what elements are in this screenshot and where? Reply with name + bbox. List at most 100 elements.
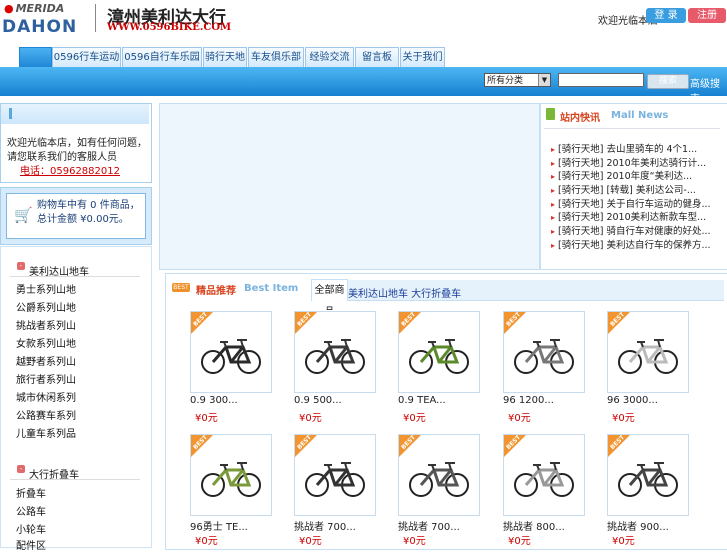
product-image[interactable]: BEST — [294, 311, 376, 393]
product-name[interactable]: 0.9 TEA... — [398, 395, 446, 406]
nav-tab-club[interactable]: 车友俱乐部 — [248, 47, 304, 68]
category-item[interactable]: 公路车 — [16, 503, 46, 518]
news-text: [转载] 美利达公司-... — [606, 185, 696, 196]
category-item[interactable]: 越野者系列山 — [16, 353, 76, 368]
register-button[interactable]: 注册 — [688, 8, 726, 23]
bike-icon — [608, 435, 678, 497]
nav-tab-paradise[interactable]: 0596自行车乐园 — [122, 47, 202, 68]
product-name[interactable]: 挑战者 700... — [294, 518, 356, 533]
category-divider — [10, 276, 140, 277]
arrow-icon: ▸ — [551, 227, 556, 236]
news-item[interactable]: ▸ [骑行天地] 去山里骑车的 4个1... — [551, 141, 697, 155]
product-name[interactable]: 96勇士 TE... — [190, 518, 248, 533]
news-tag: [骑行天地] — [558, 185, 604, 196]
merida-logo: ● MERIDA — [4, 2, 64, 15]
arrow-icon: ▸ — [551, 172, 556, 181]
search-button[interactable]: 搜索 — [647, 74, 689, 89]
bike-icon — [399, 312, 469, 374]
category-item[interactable]: 小轮车 — [16, 521, 46, 536]
bike-icon — [295, 435, 365, 497]
product-image[interactable]: BEST — [607, 311, 689, 393]
news-item[interactable]: ▸ [骑行天地] 美利达自行车的保养方... — [551, 237, 711, 251]
news-item[interactable]: ▸ [骑行天地] 2010年度“美利达... — [551, 168, 692, 182]
bike-icon — [608, 312, 678, 374]
search-input[interactable] — [558, 73, 644, 87]
news-tag: [骑行天地] — [558, 212, 604, 223]
category-item[interactable]: 挑战者系列山 — [16, 317, 76, 332]
nav-tab-messages[interactable]: 留言板 — [355, 47, 399, 68]
product-price: ¥0元 — [403, 413, 426, 424]
news-item[interactable]: ▸ [骑行天地] 2010年美利达骑行计... — [551, 155, 706, 169]
product-name[interactable]: 0.9 300... — [190, 395, 238, 406]
news-item[interactable]: ▸ [骑行天地] 2010美利达新款车型... — [551, 209, 706, 223]
news-text: 美利达自行车的保养方... — [606, 240, 711, 251]
nav-tab-riding[interactable]: 骑行天地 — [203, 47, 247, 68]
login-button[interactable]: 登 录 — [646, 8, 686, 23]
store-url: WWW.0596BIKE.COM — [107, 22, 232, 33]
tab-all-products[interactable]: 全部商品 — [311, 279, 348, 318]
news-title-en: Mall News — [611, 110, 669, 121]
news-item[interactable]: ▸ [骑行天地] 骑自行车对健康的好处... — [551, 223, 711, 237]
chevron-down-icon: ▼ — [538, 74, 550, 86]
bike-icon — [295, 312, 365, 374]
notice-text: 欢迎光临本店，如有任何问题，请您联系我们的客服人员 — [7, 138, 147, 163]
product-name[interactable]: 挑战者 800... — [503, 518, 565, 533]
product-price: ¥0元 — [612, 413, 635, 424]
category-item[interactable]: 旅行者系列山 — [16, 371, 76, 386]
bike-icon — [191, 312, 261, 374]
product-image[interactable]: BEST — [294, 434, 376, 516]
product-image[interactable]: BEST — [398, 311, 480, 393]
search-category-select[interactable]: 所有分类 ▼ — [484, 73, 551, 87]
arrow-icon: ▸ — [551, 145, 556, 154]
category-item[interactable]: 公爵系列山地 — [16, 299, 76, 314]
news-item[interactable]: ▸ [骑行天地] 关于自行车运动的健身... — [551, 196, 711, 210]
advanced-search-link[interactable]: 高级搜索 — [690, 75, 727, 105]
product-image[interactable]: BEST — [503, 311, 585, 393]
nav-tab-experience[interactable]: 经验交流 — [305, 47, 354, 68]
product-price: ¥0元 — [299, 413, 322, 424]
product-image[interactable]: BEST — [190, 434, 272, 516]
news-tag: [骑行天地] — [558, 226, 604, 237]
news-tag: [骑行天地] — [558, 144, 604, 155]
product-price: ¥0元 — [195, 413, 218, 424]
banner-area[interactable] — [159, 103, 540, 270]
category-item[interactable]: 勇士系列山地 — [16, 281, 76, 296]
products-title: 精品推荐 — [196, 286, 236, 297]
product-image[interactable]: BEST — [398, 434, 480, 516]
bike-icon — [504, 312, 574, 374]
best-badge: BEST — [172, 283, 190, 292]
category-item[interactable]: 城市休闲系列 — [16, 389, 76, 404]
product-image[interactable]: BEST — [607, 434, 689, 516]
dahon-logo: DAHON — [2, 17, 78, 37]
category-divider — [10, 479, 140, 480]
news-text: 骑自行车对健康的好处... — [606, 226, 711, 237]
product-name[interactable]: 挑战者 700... — [398, 518, 460, 533]
logo-divider — [95, 4, 96, 32]
product-image[interactable]: BEST — [503, 434, 585, 516]
nav-tab-about[interactable]: 关于我们 — [400, 47, 445, 68]
cart-summary[interactable]: 购物车中有 0 件商品，总计金额 ¥0.00元。 — [37, 199, 143, 227]
news-text: 2010美利达新款车型... — [606, 212, 707, 223]
product-name[interactable]: 挑战者 900... — [607, 518, 669, 533]
nav-tab-home[interactable] — [19, 47, 52, 68]
notice-header — [1, 104, 149, 124]
nav-tab-sports[interactable]: 0596行车运动 — [52, 47, 121, 68]
expand-icon: - — [17, 262, 25, 270]
category-item[interactable]: 女款系列山地 — [16, 335, 76, 350]
product-price: ¥0元 — [508, 413, 531, 424]
tab-category-products[interactable]: 美利达山地车 大行折叠车 — [348, 285, 461, 300]
bike-icon — [191, 435, 261, 497]
category-item[interactable]: 公路赛车系列 — [16, 407, 76, 422]
product-image[interactable]: BEST — [190, 311, 272, 393]
news-item[interactable]: ▸ [骑行天地] [转载] 美利达公司-... — [551, 182, 696, 196]
news-title: 站内快讯 — [560, 113, 600, 124]
category-item[interactable]: 儿童车系列品 — [16, 425, 76, 440]
arrow-icon: ▸ — [551, 186, 556, 195]
product-name[interactable]: 0.9 500... — [294, 395, 342, 406]
notice-icon — [9, 108, 12, 119]
product-name[interactable]: 96 3000... — [607, 395, 658, 406]
product-name[interactable]: 96 1200... — [503, 395, 554, 406]
news-tag: [骑行天地] — [558, 171, 604, 182]
notice-phone[interactable]: 电话：05962882012 — [20, 162, 120, 177]
category-item[interactable]: 折叠车 — [16, 485, 46, 500]
